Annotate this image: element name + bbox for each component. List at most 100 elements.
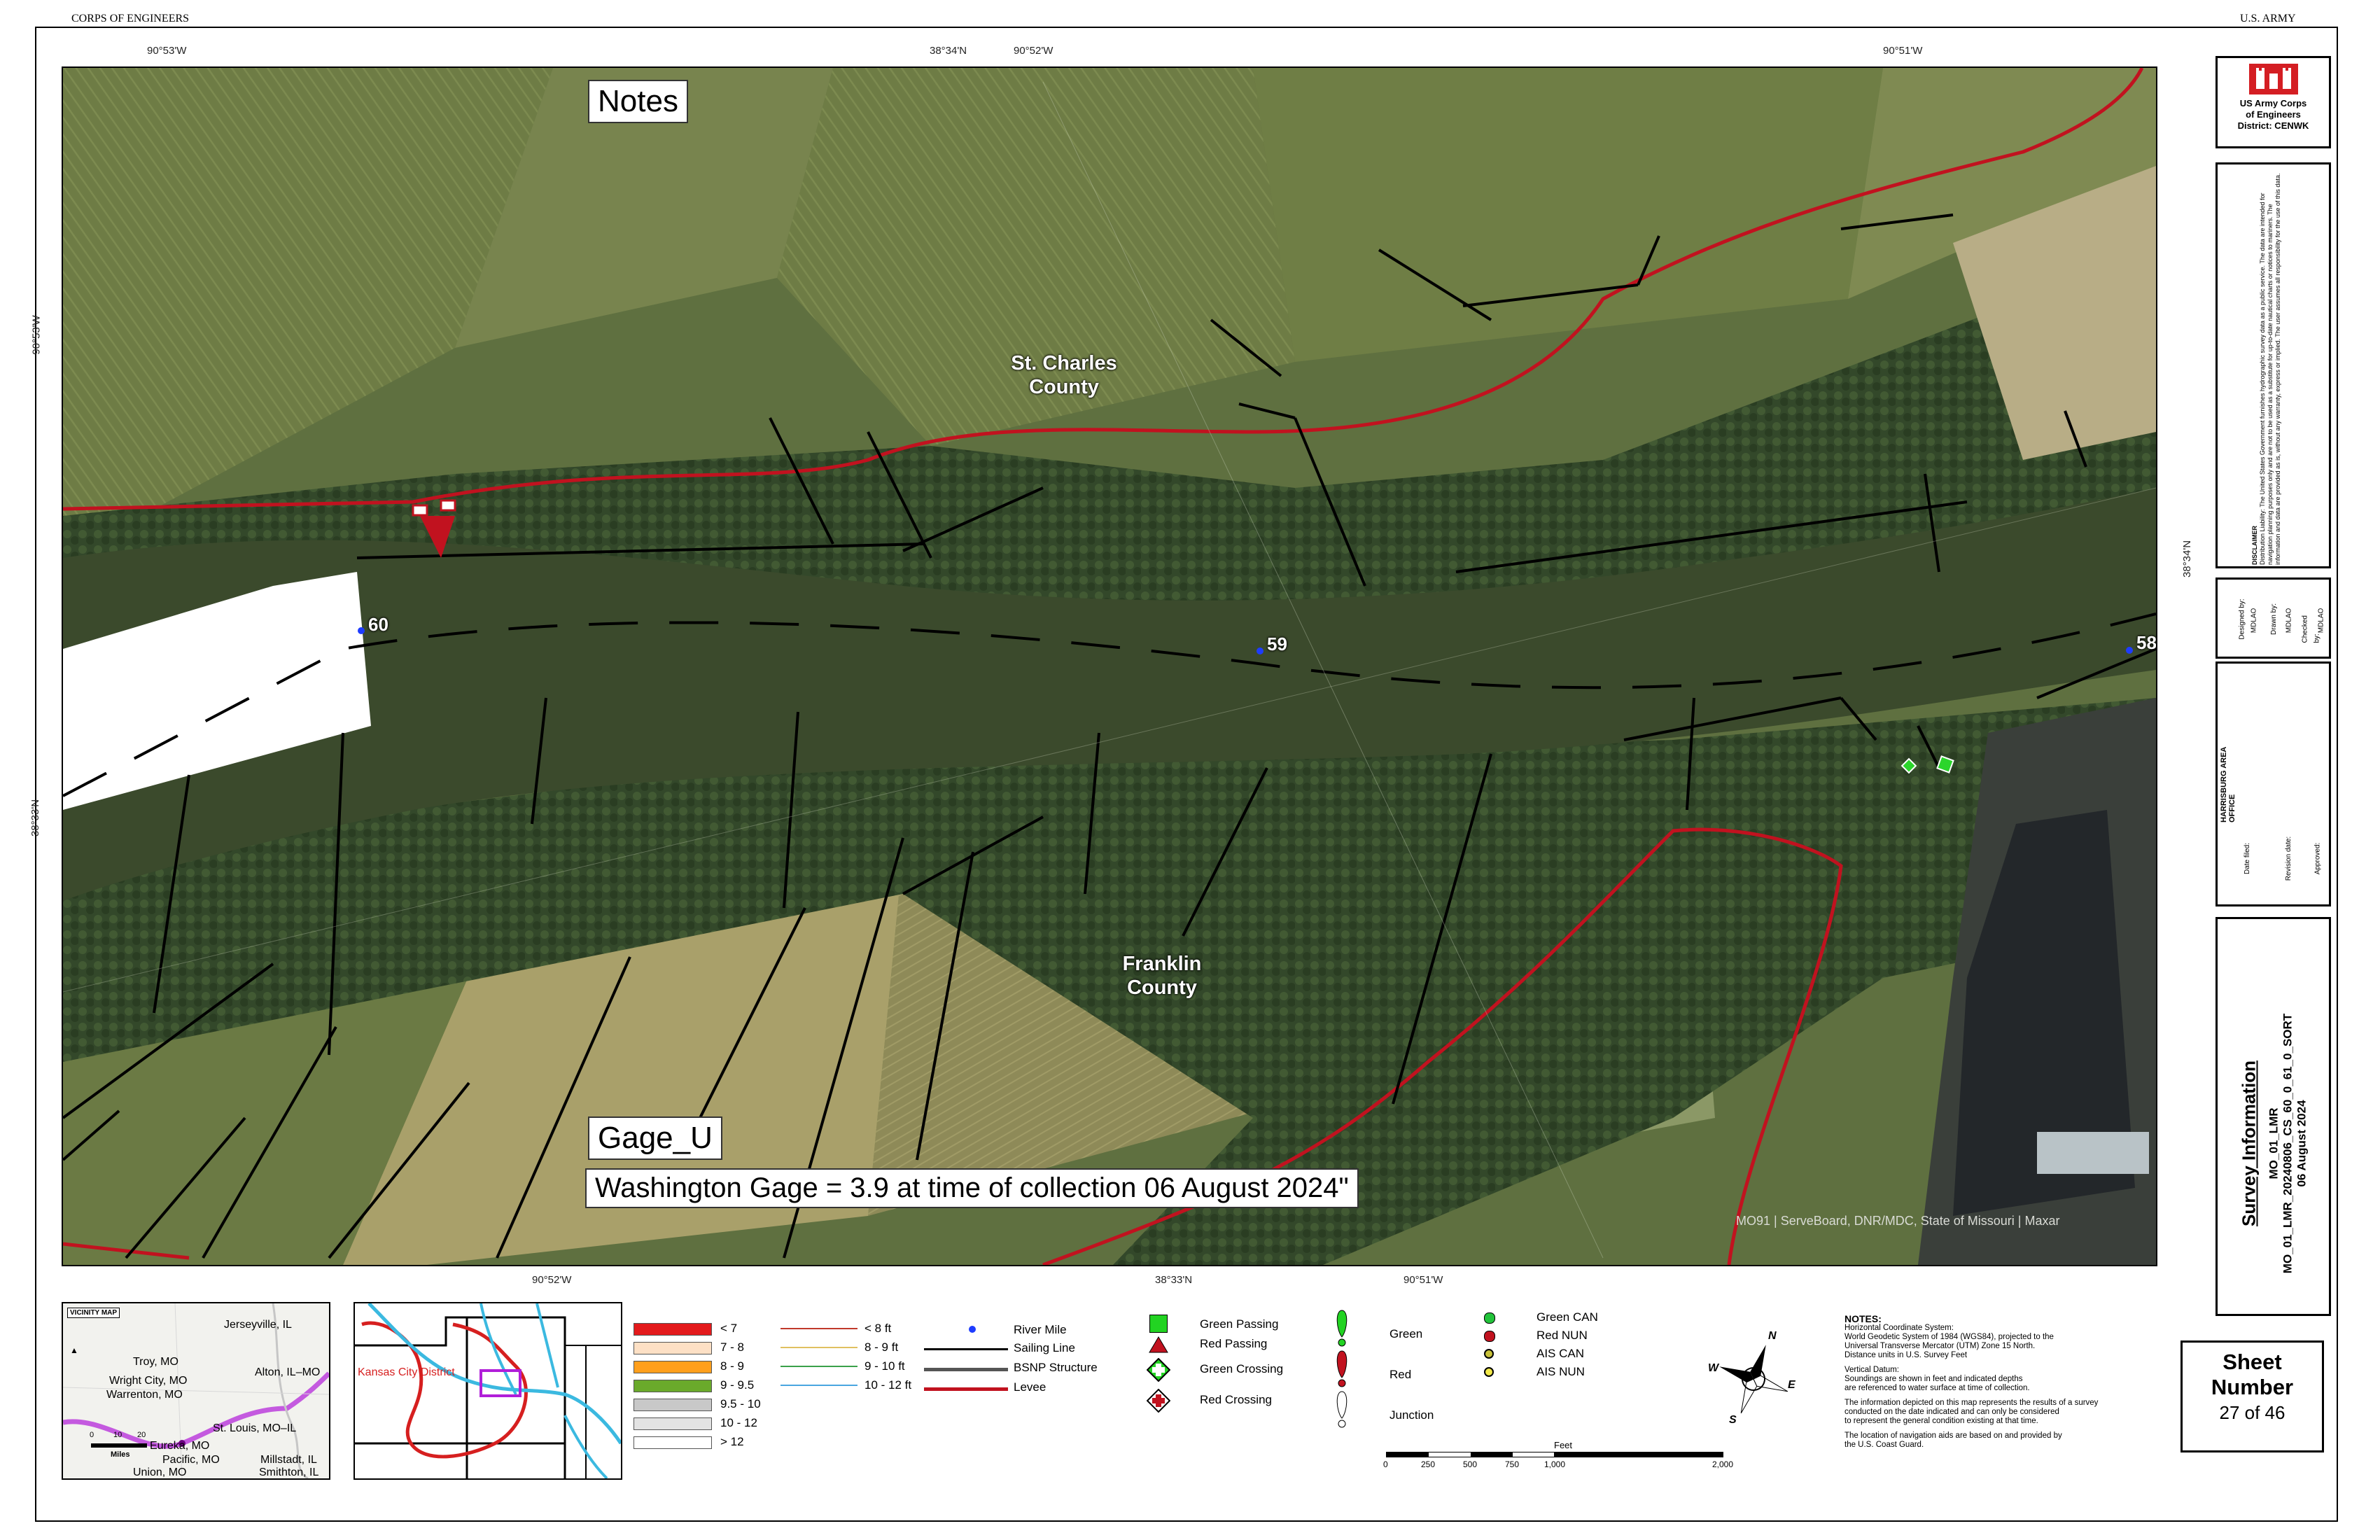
notes-line: the U.S. Coast Guard. bbox=[1844, 1441, 1924, 1449]
notes-line: World Geodetic System of 1984 (WGS84), p… bbox=[1844, 1333, 2054, 1341]
scale-tick: 1,000 bbox=[1544, 1460, 1566, 1469]
disclaimer-panel: DISCLAIMER Distribution Liability: The U… bbox=[2216, 162, 2331, 568]
vicinity-scale-tick: 10 bbox=[113, 1431, 122, 1439]
coord-top-3: 90°52'W bbox=[1014, 45, 1054, 57]
red-crossing-icon bbox=[1147, 1389, 1170, 1413]
buoy-label: AIS CAN bbox=[1536, 1347, 1585, 1360]
survey-info-line1: MO_01_LMR_20240806_CS_60_0_61_0_SORT bbox=[2281, 1013, 2295, 1274]
castle-logo-icon bbox=[2248, 64, 2298, 94]
place-label: Jerseyville, IL bbox=[224, 1319, 292, 1331]
river-mile-dot-icon bbox=[969, 1326, 976, 1333]
contour-label: 8 - 9 ft bbox=[864, 1340, 899, 1354]
north-arrow-icon: ▲ bbox=[70, 1345, 78, 1355]
depth-swatch bbox=[634, 1436, 712, 1449]
vicinity-scale-bar bbox=[91, 1443, 147, 1448]
place-label: Wright City, MO bbox=[109, 1375, 188, 1387]
survey-info-line2: MO_01_LMR bbox=[2267, 1107, 2281, 1180]
depth-swatch bbox=[634, 1361, 712, 1373]
sign-field-1: Designed by: bbox=[2238, 598, 2246, 640]
junction-buoy-icon bbox=[1336, 1391, 1348, 1428]
depth-swatch bbox=[634, 1380, 712, 1392]
notes-title: NOTES: bbox=[1844, 1313, 1882, 1324]
logo-line-3: District: CENWK bbox=[2237, 120, 2309, 131]
sheet-label: Sheet bbox=[2222, 1350, 2282, 1374]
compass-s: S bbox=[1729, 1414, 1737, 1426]
river-mile-60[interactable]: 60 bbox=[368, 614, 388, 636]
depth-label: 8 - 9 bbox=[720, 1359, 745, 1373]
nav-aid-legend: Green Passing Red Passing Green Crossing… bbox=[1141, 1310, 1309, 1422]
vicinity-scale-unit: Miles bbox=[111, 1450, 130, 1459]
county-label-st-charles: St. Charles County bbox=[987, 351, 1141, 399]
scale-tick: 2,000 bbox=[1712, 1460, 1734, 1469]
coord-left-1: 90°53'W bbox=[30, 315, 43, 355]
coord-right-1: 38°34'N bbox=[2181, 540, 2194, 578]
district-map[interactable]: Kansas City District bbox=[354, 1302, 622, 1480]
logo-line-2: of Engineers bbox=[2246, 109, 2301, 120]
feature-label: BSNP Structure bbox=[1014, 1361, 1098, 1374]
sheet-number: 27 of 46 bbox=[2219, 1402, 2286, 1423]
nav-label: Red Crossing bbox=[1200, 1393, 1272, 1406]
notes-line: to represent the general condition exist… bbox=[1844, 1417, 2038, 1425]
coord-bottom-3: 90°51'W bbox=[1404, 1274, 1443, 1286]
place-label: Eureka, MO bbox=[150, 1440, 210, 1452]
river-mile-58[interactable]: 58 bbox=[2136, 632, 2156, 654]
notes-line: Distance units in U.S. Survey Feet bbox=[1844, 1351, 1968, 1359]
gage-label[interactable]: Gage_U bbox=[588, 1116, 722, 1160]
river-map[interactable]: Notes Gage_U Washington Gage = 3.9 at ti… bbox=[62, 66, 2157, 1266]
place-label: Troy, MO bbox=[133, 1356, 178, 1368]
notes-spacer bbox=[1844, 1393, 2174, 1399]
contour-line bbox=[780, 1347, 858, 1348]
county-name: St. Charles bbox=[1011, 352, 1117, 374]
green-buoy-icon bbox=[1336, 1310, 1348, 1347]
feature-label: Sailing Line bbox=[1014, 1341, 1075, 1354]
sailing-line-symbol bbox=[924, 1348, 1008, 1350]
notes-spacer bbox=[1844, 1426, 2174, 1432]
place-label: Smithton, IL bbox=[259, 1466, 319, 1478]
contour-line bbox=[780, 1328, 858, 1329]
nav-label: Green Passing bbox=[1200, 1317, 1279, 1331]
vicinity-scale-tick: 0 bbox=[90, 1431, 94, 1439]
header-left: CORPS OF ENGINEERS bbox=[71, 13, 190, 24]
notes-line: are referenced to water surface at time … bbox=[1844, 1384, 2030, 1392]
notes-line: conducted on the date indicated and can … bbox=[1844, 1408, 2059, 1416]
ais-can-icon bbox=[1484, 1349, 1494, 1359]
depth-label: 10 - 12 bbox=[720, 1416, 757, 1429]
red-passing-icon bbox=[1149, 1336, 1168, 1353]
disclaimer-title: DISCLAIMER bbox=[2251, 526, 2258, 565]
buoy-label: AIS NUN bbox=[1536, 1365, 1585, 1378]
map-attribution: MO91 | ServeBoard, DNR/MDC, State of Mis… bbox=[1736, 1214, 2060, 1228]
sign-value-3: MDLAO bbox=[2317, 608, 2325, 634]
red-nun-icon bbox=[1484, 1331, 1495, 1342]
coord-bottom-2: 38°33'N bbox=[1155, 1274, 1193, 1286]
bsnp-structure-symbol bbox=[924, 1368, 1008, 1371]
notes-line: The information depicted on this map rep… bbox=[1844, 1399, 2099, 1407]
approval-row-2: Revision date: bbox=[2285, 836, 2293, 881]
scale-tick: 0 bbox=[1383, 1460, 1388, 1469]
depth-swatch bbox=[634, 1323, 712, 1336]
place-label: Pacific, MO bbox=[162, 1454, 220, 1466]
number-label: Number bbox=[2211, 1375, 2294, 1399]
county-word: County bbox=[1127, 976, 1197, 999]
county-word: County bbox=[1029, 376, 1099, 398]
signature-panel: Designed by: Drawn by: Checked by: MDLAO… bbox=[2216, 578, 2331, 659]
levee-symbol bbox=[924, 1387, 1008, 1391]
gage-annotation[interactable]: Washington Gage = 3.9 at time of collect… bbox=[585, 1168, 1359, 1208]
scale-bar-coarse bbox=[1554, 1452, 1723, 1457]
sign-value-1: MDLAO bbox=[2250, 608, 2258, 634]
district-label: Kansas City District bbox=[358, 1366, 455, 1378]
coord-top-1: 90°53'W bbox=[147, 45, 187, 57]
scale-unit: Feet bbox=[1554, 1440, 1573, 1450]
buoy-label: Junction bbox=[1390, 1408, 1434, 1422]
coord-top-4: 90°51'W bbox=[1883, 45, 1923, 57]
river-mile-59[interactable]: 59 bbox=[1267, 634, 1287, 655]
vicinity-map[interactable]: VICINITY MAP Jerseyville, IL Troy, MO Wr… bbox=[62, 1302, 330, 1480]
header-right: U.S. ARMY bbox=[2240, 13, 2296, 24]
county-label-franklin: Franklin County bbox=[1092, 952, 1232, 1000]
coord-left-2: 38°33'N bbox=[29, 799, 42, 837]
notes-label[interactable]: Notes bbox=[588, 80, 688, 123]
usace-logo-panel: US Army Corps of Engineers District: CEN… bbox=[2216, 56, 2331, 148]
office-label: HARRISBURG AREA OFFICE bbox=[2220, 747, 2236, 822]
approval-row-3: Approved: bbox=[2314, 842, 2322, 875]
coord-top-2: 38°34'N bbox=[930, 45, 967, 57]
buoy-label: Red NUN bbox=[1536, 1329, 1588, 1342]
